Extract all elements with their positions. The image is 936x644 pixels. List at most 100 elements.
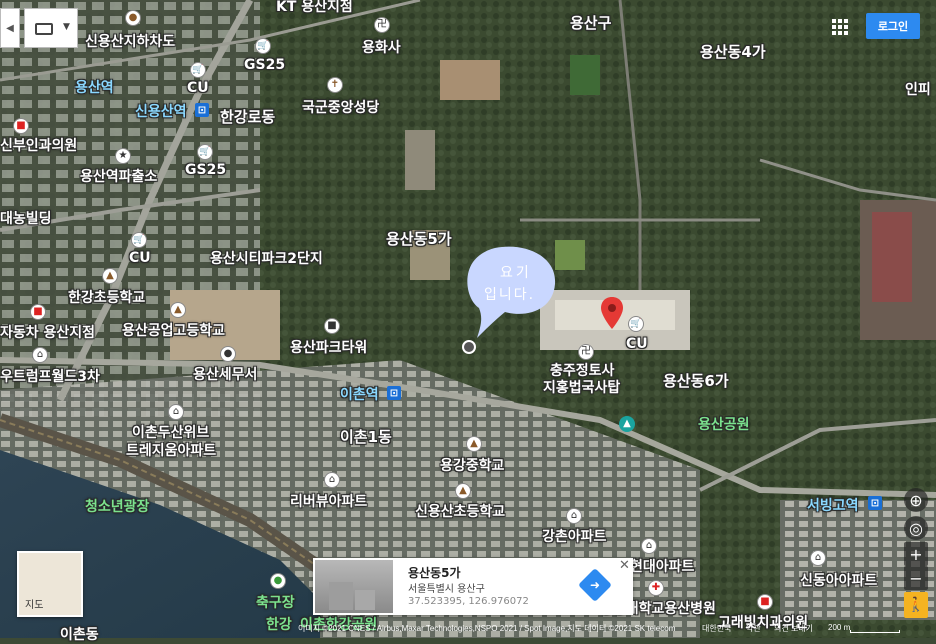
subway-icon[interactable]: ⊡ (868, 496, 882, 510)
apartment-icon[interactable]: ⌂ (566, 508, 582, 524)
label-hangang-elem: 한강초등학교 (68, 290, 146, 306)
label-yongsan-park: 용산공원 (698, 417, 750, 433)
school-icon[interactable]: ▲ (455, 483, 471, 499)
bubble-line-1: 요기 (500, 265, 532, 281)
label-yongsan-tech: 용산공업고등학교 (122, 323, 226, 339)
clinic-icon[interactable]: ■ (757, 594, 773, 610)
label-inpi: 인피 (905, 82, 931, 98)
map-type-icon (35, 23, 53, 35)
government-icon[interactable]: ● (220, 346, 236, 362)
temple-icon[interactable]: 卍 (374, 17, 390, 33)
label-trezium: 트레지움아파트 (126, 443, 217, 459)
apartment-icon[interactable]: ⌂ (168, 404, 184, 420)
label-tax-office: 용산세무서 (193, 367, 258, 383)
label-sinyongsan-station: 신용산역 (135, 104, 187, 120)
scale-label: 200 m (828, 623, 851, 632)
label-chukgujang: 축구장 (256, 595, 295, 611)
terms-link[interactable]: 약관 (746, 623, 761, 634)
label-cu-b: CU (129, 250, 151, 266)
convenience-store-icon[interactable]: 🛒 (628, 316, 644, 332)
label-yongsan-police: 용산역파출소 (80, 169, 158, 185)
label-sindong: 신동아아파트 (800, 573, 878, 589)
login-button[interactable]: 로그인 (866, 13, 920, 39)
convenience-store-icon[interactable]: ● (125, 10, 141, 26)
apartment-icon[interactable]: ⌂ (324, 472, 340, 488)
hospital-icon[interactable]: ✚ (648, 580, 664, 596)
convenience-store-icon[interactable]: 🛒 (131, 232, 147, 248)
place-address: 서울특별시 용산구 (408, 584, 485, 595)
label-yongsan-dong4: 용산동4가 (700, 43, 766, 61)
label-ichon-doosan: 이촌두산위브 (132, 425, 210, 441)
label-gs25-b: GS25 (185, 162, 227, 178)
school-icon[interactable]: ▲ (466, 436, 482, 452)
scale-bar (850, 630, 900, 633)
map-type-selector[interactable]: ▼ (24, 8, 78, 48)
zoom-in-button[interactable]: + (904, 542, 928, 566)
label-ichon-station: 이촌역 (340, 387, 379, 403)
apartment-icon[interactable]: ⌂ (810, 550, 826, 566)
label-sinyongsan-elem: 신용산초등학교 (415, 504, 506, 520)
label-citypark2: 용산시티파크2단지 (210, 251, 323, 267)
building-icon[interactable]: ■ (324, 318, 340, 334)
label-yongsan-dong6: 용산동6가 (663, 372, 729, 390)
label-seobinggo-station: 서빙고역 (807, 498, 859, 514)
convenience-store-icon[interactable]: 🛒 (255, 38, 271, 54)
globe-icon[interactable]: ⊕ (904, 488, 928, 512)
my-location-icon[interactable]: ◎ (904, 516, 928, 540)
country-link[interactable]: 대한민국 (702, 623, 731, 634)
chevron-down-icon: ▼ (63, 22, 70, 32)
label-riverview: 리버뷰아파트 (290, 494, 368, 510)
grid-icon[interactable] (832, 19, 848, 35)
label-youth-plaza: 청소년광장 (85, 499, 150, 515)
minimap-toggle[interactable]: 지도 (17, 551, 83, 617)
label-yonggang-middle: 용강중학교 (440, 458, 505, 474)
label-cu-c: CU (626, 336, 648, 352)
label-sinyongsan-crossroad: 신용산지하차도 (85, 34, 176, 50)
map-collapse-button[interactable]: ◀ (0, 8, 20, 48)
feedback-link[interactable]: 의견 보내기 (774, 623, 813, 634)
convenience-store-icon[interactable]: 🛒 (190, 62, 206, 78)
pegman-icon[interactable]: 🚶 (904, 592, 928, 618)
label-trump: 우트럼프월드3차 (0, 369, 100, 385)
street-view-thumbnail[interactable] (315, 560, 393, 613)
close-icon[interactable]: ✕ (619, 558, 630, 573)
school-icon[interactable]: ▲ (102, 268, 118, 284)
label-bu-clinic: 신부인과의원 (0, 138, 78, 154)
apartment-icon[interactable]: ⌂ (641, 538, 657, 554)
car-icon[interactable]: ■ (30, 304, 46, 320)
attribution-bar: 이미지 ©2021 CNES / Airbus,Maxar Technologi… (0, 619, 936, 638)
label-yongsan-station: 용산역 (75, 80, 114, 96)
location-marker-icon[interactable] (601, 297, 623, 329)
apartment-icon[interactable]: ⌂ (32, 347, 48, 363)
label-yongsan-dong5: 용산동5가 (386, 230, 452, 248)
place-info-card[interactable]: 용산동5가 서울특별시 용산구 37.523395, 126.976072 ➜ … (313, 558, 633, 615)
subway-icon[interactable]: ⊡ (387, 386, 401, 400)
attribution-text: 이미지 ©2021 CNES / Airbus,Maxar Technologi… (298, 624, 676, 633)
bubble-line-2: 입니다. (484, 287, 536, 303)
place-coords: 37.523395, 126.976072 (408, 596, 529, 607)
police-icon[interactable]: ★ (115, 148, 131, 164)
label-parktower: 용산파크타워 (290, 340, 368, 356)
label-hangangro-dong: 한강로동 (220, 108, 276, 126)
label-national-museum: 국군중앙성당 (302, 100, 380, 116)
temple-icon[interactable]: 卍 (578, 344, 594, 360)
zoom-out-button[interactable]: − (904, 566, 928, 590)
label-hyundai: 현대아파트 (630, 559, 695, 575)
label-gs25-a: GS25 (244, 57, 286, 73)
label-jihong: 지홍법국사탑 (543, 380, 621, 396)
label-daenong-bldg: 대농빌딩 (0, 211, 52, 227)
museum-icon[interactable]: ▲ (619, 416, 635, 432)
subway-icon[interactable]: ⊡ (195, 103, 209, 117)
hospital-icon[interactable]: ■ (13, 118, 29, 134)
label-yonghwasa: 용화사 (362, 40, 401, 56)
label-cu-a: CU (187, 80, 209, 96)
location-pin-icon[interactable] (462, 340, 476, 354)
church-icon[interactable]: ✝ (327, 77, 343, 93)
minimap-label: 지도 (25, 600, 44, 611)
convenience-store-icon[interactable]: 🛒 (197, 144, 213, 160)
school-icon[interactable]: ▲ (170, 302, 186, 318)
sports-field-icon[interactable]: ● (270, 573, 286, 589)
label-yongsan-gu: 용산구 (570, 14, 612, 32)
directions-icon[interactable]: ➜ (578, 568, 612, 602)
label-ichon1: 이촌1동 (340, 428, 392, 446)
